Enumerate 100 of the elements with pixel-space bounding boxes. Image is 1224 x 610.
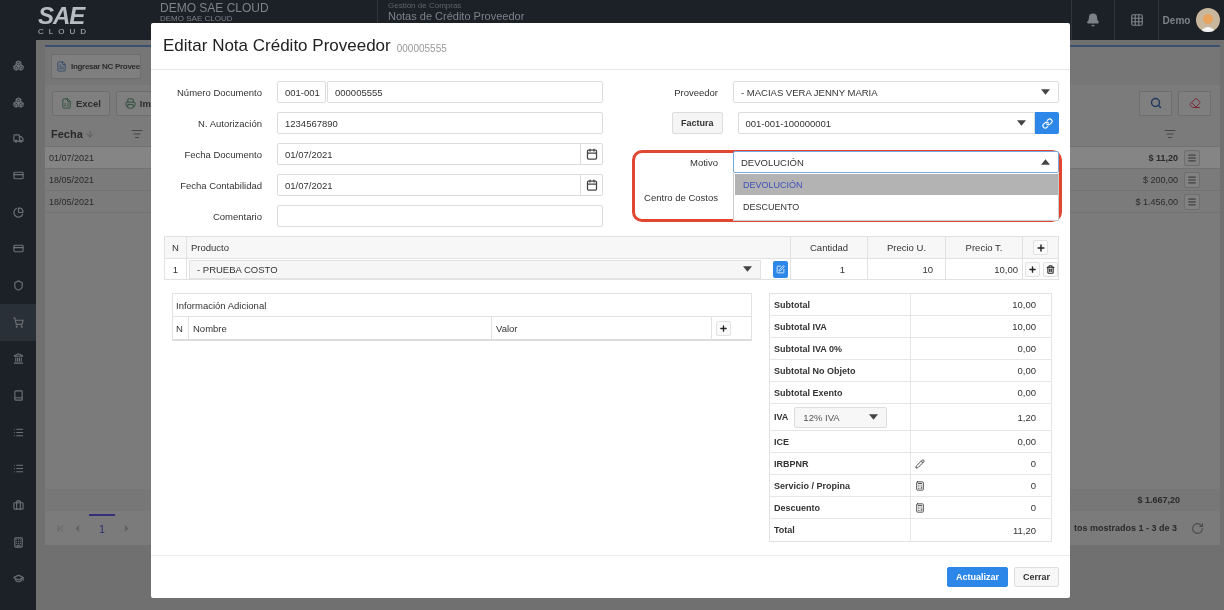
calendar-icon[interactable]	[585, 179, 598, 191]
dialog-title: Editar Nota Crédito Proveedor	[163, 36, 391, 56]
caret-icon	[1041, 89, 1050, 95]
filter-icon[interactable]	[131, 127, 143, 140]
graduation-cap-icon	[12, 573, 24, 585]
card-icon	[12, 169, 24, 181]
column-header: Precio T.	[946, 237, 1023, 258]
date-field[interactable]: 01/07/2021	[277, 174, 603, 196]
delete-button[interactable]	[1043, 261, 1058, 277]
briefcase-icon	[12, 500, 24, 512]
records-count: tos mostrados 1 - 3 de 3	[1073, 523, 1177, 533]
boxes-icon	[12, 59, 24, 71]
field-label: N. Autorización	[197, 117, 262, 129]
calculator-icon[interactable]	[915, 480, 925, 491]
total-label: Total	[774, 525, 795, 535]
bank-icon	[12, 353, 24, 365]
trash-icon	[1046, 264, 1055, 274]
total-label: IVA	[774, 412, 789, 422]
total-amount: $ 1.667,20	[1137, 495, 1180, 505]
product-select[interactable]: - PRUEBA COSTO	[189, 259, 761, 279]
column-header: Cantidad	[791, 237, 868, 258]
caret-icon	[1041, 159, 1050, 165]
column-header: N	[173, 317, 189, 339]
date-field[interactable]: 01/07/2021	[277, 143, 603, 165]
total-value: 10,00	[1012, 321, 1036, 332]
close-button[interactable]: Cerrar	[1013, 567, 1059, 587]
column-header: Valor	[492, 317, 712, 339]
truck-icon	[12, 133, 24, 145]
search-button[interactable]	[1139, 90, 1172, 116]
tax-rate-select[interactable]: 12% IVA	[794, 406, 888, 428]
row-menu-button[interactable]	[1184, 149, 1200, 166]
plus-icon	[1035, 242, 1046, 253]
add-button[interactable]	[1025, 261, 1040, 277]
total-value: 0,00	[1017, 436, 1036, 447]
cart-icon	[12, 316, 24, 328]
total-label: Subtotal IVA	[774, 321, 827, 332]
total-label: ICE	[774, 436, 789, 447]
date-cell: 18/05/2021	[49, 196, 95, 207]
amount-cell: $ 1.456,00	[1135, 196, 1178, 207]
export-button[interactable]: Im	[115, 90, 152, 116]
total-value: 0	[1030, 480, 1036, 491]
total-value: 10,00	[1012, 299, 1036, 310]
update-button[interactable]: Actualizar	[946, 567, 1008, 587]
menu-icon	[1187, 196, 1197, 207]
reason-select[interactable]: DEVOLUCIÓN	[733, 151, 1059, 173]
grid-icon	[1129, 13, 1144, 27]
table-cell: 1	[839, 263, 845, 275]
sort-arrow-icon	[84, 128, 95, 139]
invoice-select[interactable]: 001-001-100000001	[737, 112, 1035, 134]
refresh-icon[interactable]	[1191, 521, 1204, 535]
book-icon	[12, 390, 24, 402]
total-value: 0,00	[1017, 387, 1036, 398]
pencil-icon[interactable]	[915, 458, 925, 469]
total-value: 0	[1030, 502, 1036, 513]
add-info-button[interactable]	[716, 320, 731, 336]
supplier-select[interactable]: - MACIAS VERA JENNY MARIA	[733, 81, 1059, 103]
field-label: Motivo	[689, 156, 718, 168]
invoice-button[interactable]: Factura	[672, 112, 723, 134]
user-menu[interactable]: Demo	[1158, 0, 1224, 40]
text-field[interactable]	[277, 205, 603, 227]
caret-icon	[1017, 120, 1026, 126]
document-icon	[56, 60, 67, 72]
calendar-icon[interactable]	[585, 148, 598, 160]
column-header: N	[165, 237, 187, 258]
field-label: Número Documento	[176, 86, 262, 98]
column-header: Precio U.	[868, 237, 946, 258]
edit-product-button[interactable]	[773, 260, 788, 278]
filter-icon[interactable]	[1164, 127, 1176, 140]
list-icon	[12, 463, 24, 475]
logo-subtitle: CLOUD	[38, 26, 92, 36]
amount-cell: $ 11,20	[1148, 152, 1178, 163]
date-cell: 01/07/2021	[49, 152, 95, 163]
company-subtitle: DEMO SAE CLOUD	[160, 14, 234, 23]
new-credit-note-button[interactable]: Ingresar NC Provee	[51, 53, 141, 79]
table-cell: 10,00	[994, 263, 1018, 275]
menu-icon	[1187, 152, 1197, 163]
row-menu-button[interactable]	[1184, 193, 1200, 210]
text-field[interactable]: 1234567890	[277, 112, 603, 134]
link-button[interactable]	[1035, 112, 1059, 134]
row-menu-button[interactable]	[1184, 171, 1200, 188]
building-icon	[12, 536, 24, 548]
link-icon	[1041, 117, 1053, 129]
total-value: 0	[1030, 458, 1036, 469]
add-row-button[interactable]	[1033, 240, 1048, 255]
sidebar-item[interactable]	[0, 303, 36, 341]
column-header: Producto	[187, 237, 791, 258]
prefix-field[interactable]: 001-001	[277, 81, 326, 103]
document-number-field[interactable]: 000005555	[327, 81, 603, 103]
avatar	[1196, 8, 1221, 32]
calculator-icon[interactable]	[915, 502, 925, 513]
total-value: 1,20	[1017, 411, 1036, 423]
total-label: Descuento	[774, 502, 820, 513]
field-label: Centro de Costos	[643, 191, 718, 203]
total-value: 0,00	[1017, 365, 1036, 376]
field-label: Proveedor	[673, 86, 718, 98]
total-label: Servicio / Propina	[774, 480, 851, 491]
total-label: Subtotal No Objeto	[774, 365, 856, 376]
clear-button[interactable]	[1178, 90, 1211, 116]
total-label: Subtotal IVA 0%	[774, 343, 842, 354]
amount-cell: $ 200,00	[1142, 174, 1178, 185]
